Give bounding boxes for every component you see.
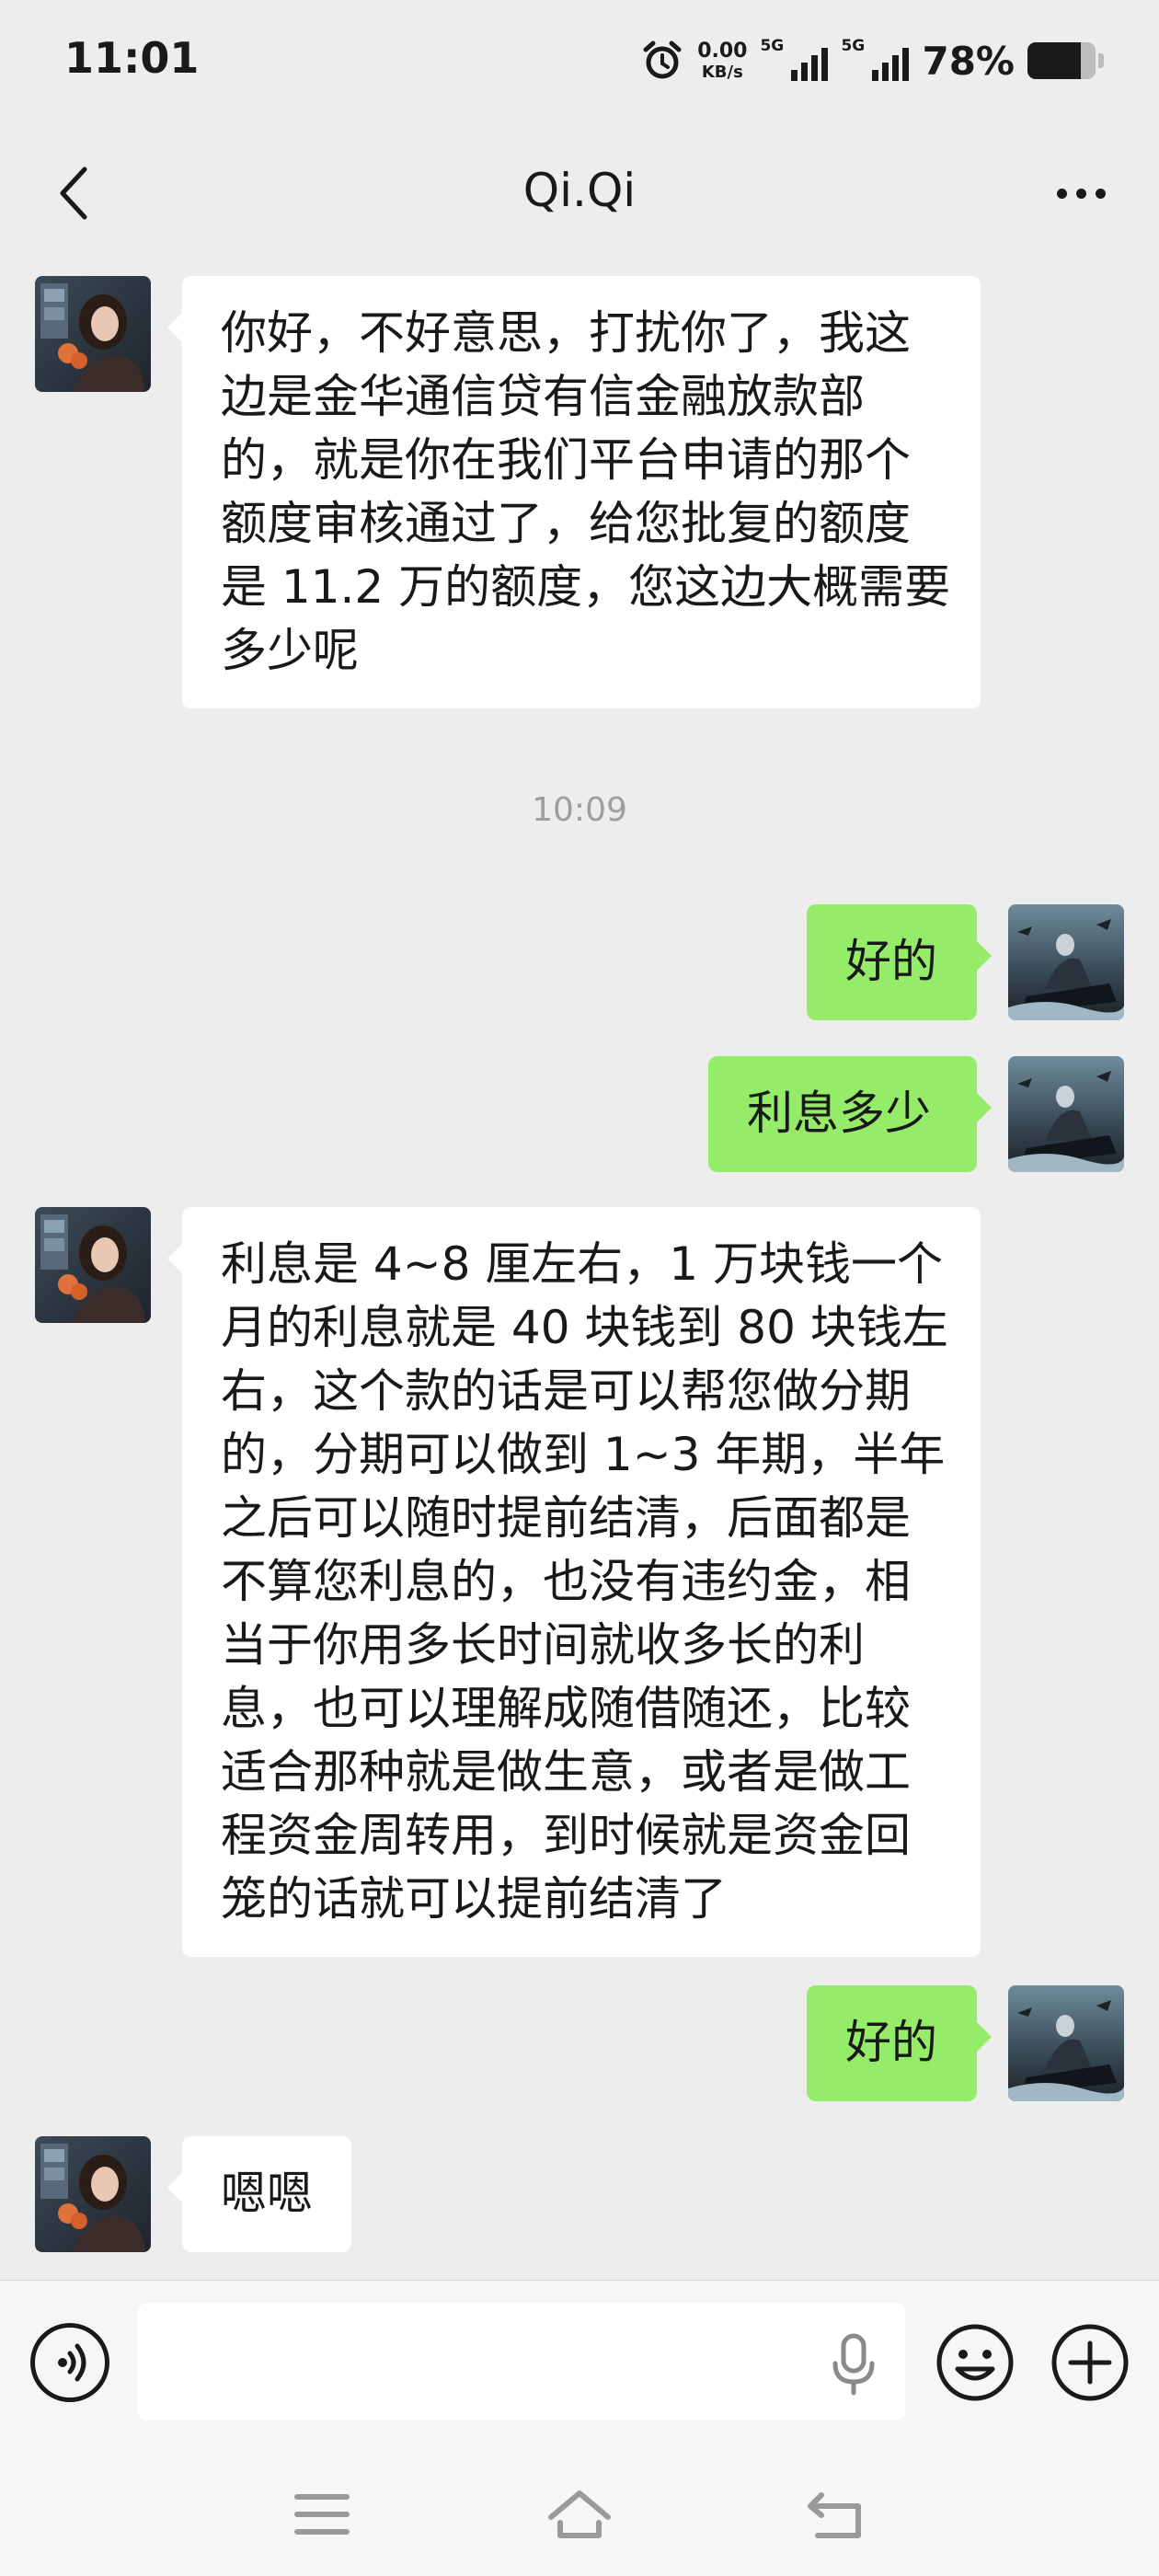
system-navigation-bar xyxy=(0,2445,1159,2576)
status-time: 11:01 xyxy=(64,33,200,83)
message-bubble-incoming[interactable]: 嗯嗯 xyxy=(167,2136,351,2252)
voice-mode-icon xyxy=(58,2343,86,2382)
menu-icon[interactable] xyxy=(281,2482,363,2547)
status-icons: 0.00 KB/s 5G 5G 78% xyxy=(640,33,1104,88)
microphone-icon[interactable] xyxy=(828,2332,879,2397)
network-speed: 0.00 KB/s xyxy=(697,39,748,82)
message-input-bar xyxy=(0,2280,1159,2445)
message-line: 月的利息就是 40 块钱到 80 块钱左 xyxy=(221,1301,948,1354)
message-line: 右，这个款的话是可以帮您做分期 xyxy=(221,1364,911,1418)
signal-1-label: 5G xyxy=(760,37,785,55)
message-line: 之后可以随时提前结清，后面都是 xyxy=(221,1491,911,1545)
my-avatar[interactable] xyxy=(1008,1056,1124,1172)
message-line: 利息是 4~8 厘左右，1 万块钱一个 xyxy=(221,1237,944,1291)
status-bar: 11:01 0.00 KB/s 5G 5G 78% xyxy=(0,0,1159,124)
plus-icon[interactable] xyxy=(1049,2321,1131,2404)
signal-2-label: 5G xyxy=(841,37,866,55)
message-line: 你好，不好意思，打扰你了，我这 xyxy=(221,306,911,360)
message-line: 的，分期可以做到 1~3 年期，半年 xyxy=(221,1428,946,1481)
emoji-icon[interactable] xyxy=(934,2321,1016,2404)
alarm-icon xyxy=(643,40,682,79)
home-icon[interactable] xyxy=(538,2482,621,2547)
message-line: 适合那种就是做生意，或者是做工 xyxy=(221,1745,911,1799)
message-bubble-outgoing[interactable]: 好的 xyxy=(807,1985,992,2101)
message-line: 多少呢 xyxy=(221,624,359,677)
network-speed-unit: KB/s xyxy=(701,62,743,82)
message-bubble-incoming[interactable]: 你好，不好意思，打扰你了，我这 边是金华通信贷有信金融放款部 的，就是你在我们平… xyxy=(167,276,981,708)
message-bubble-outgoing[interactable]: 利息多少 xyxy=(708,1056,992,1172)
message-line: 利息多少 xyxy=(747,1087,931,1140)
chat-title: Qi.Qi xyxy=(522,164,637,217)
more-dot xyxy=(1095,188,1106,199)
message-input[interactable] xyxy=(138,2303,905,2421)
contact-avatar[interactable] xyxy=(35,1207,151,1323)
contact-avatar[interactable] xyxy=(35,2136,151,2252)
chat-header: Qi.Qi xyxy=(0,138,1159,248)
message-line: 是 11.2 万的额度，您这边大概需要 xyxy=(221,560,951,614)
more-dot xyxy=(1056,188,1067,199)
signal-strength-1-icon: 5G xyxy=(760,37,829,81)
message-line: 好的 xyxy=(845,2016,937,2069)
message-line: 笼的话就可以提前结清了 xyxy=(221,1872,727,1926)
message-line: 的，就是你在我们平台申请的那个 xyxy=(221,433,911,487)
battery-percent: 78% xyxy=(922,38,1015,84)
message-line: 好的 xyxy=(845,935,937,988)
message-line: 边是金华通信贷有信金融放款部 xyxy=(221,370,865,423)
message-line: 不算您利息的，也没有违约金，相 xyxy=(221,1555,911,1608)
message-line: 当于你用多长时间就收多长的利 xyxy=(221,1618,865,1672)
battery-icon xyxy=(1027,42,1104,79)
return-icon[interactable] xyxy=(796,2482,878,2547)
more-dot xyxy=(1075,188,1086,199)
contact-avatar[interactable] xyxy=(35,276,151,392)
message-line: 程资金周转用，到时候就是资金回 xyxy=(221,1809,911,1862)
message-line: 额度审核通过了，给您批复的额度 xyxy=(221,497,911,550)
more-options-button[interactable] xyxy=(1039,156,1122,230)
voice-mode-button[interactable] xyxy=(30,2323,109,2402)
message-line: 嗯嗯 xyxy=(221,2167,313,2220)
my-avatar[interactable] xyxy=(1008,904,1124,1020)
message-bubble-outgoing[interactable]: 好的 xyxy=(807,904,992,1020)
chat-timestamp: 10:09 xyxy=(532,791,627,829)
my-avatar[interactable] xyxy=(1008,1985,1124,2101)
message-line: 息，也可以理解成随借随还，比较 xyxy=(221,1682,911,1735)
network-speed-value: 0.00 xyxy=(697,39,748,63)
signal-strength-2-icon: 5G xyxy=(841,37,910,81)
message-bubble-incoming[interactable]: 利息是 4~8 厘左右，1 万块钱一个 月的利息就是 40 块钱到 80 块钱左… xyxy=(167,1207,981,1957)
